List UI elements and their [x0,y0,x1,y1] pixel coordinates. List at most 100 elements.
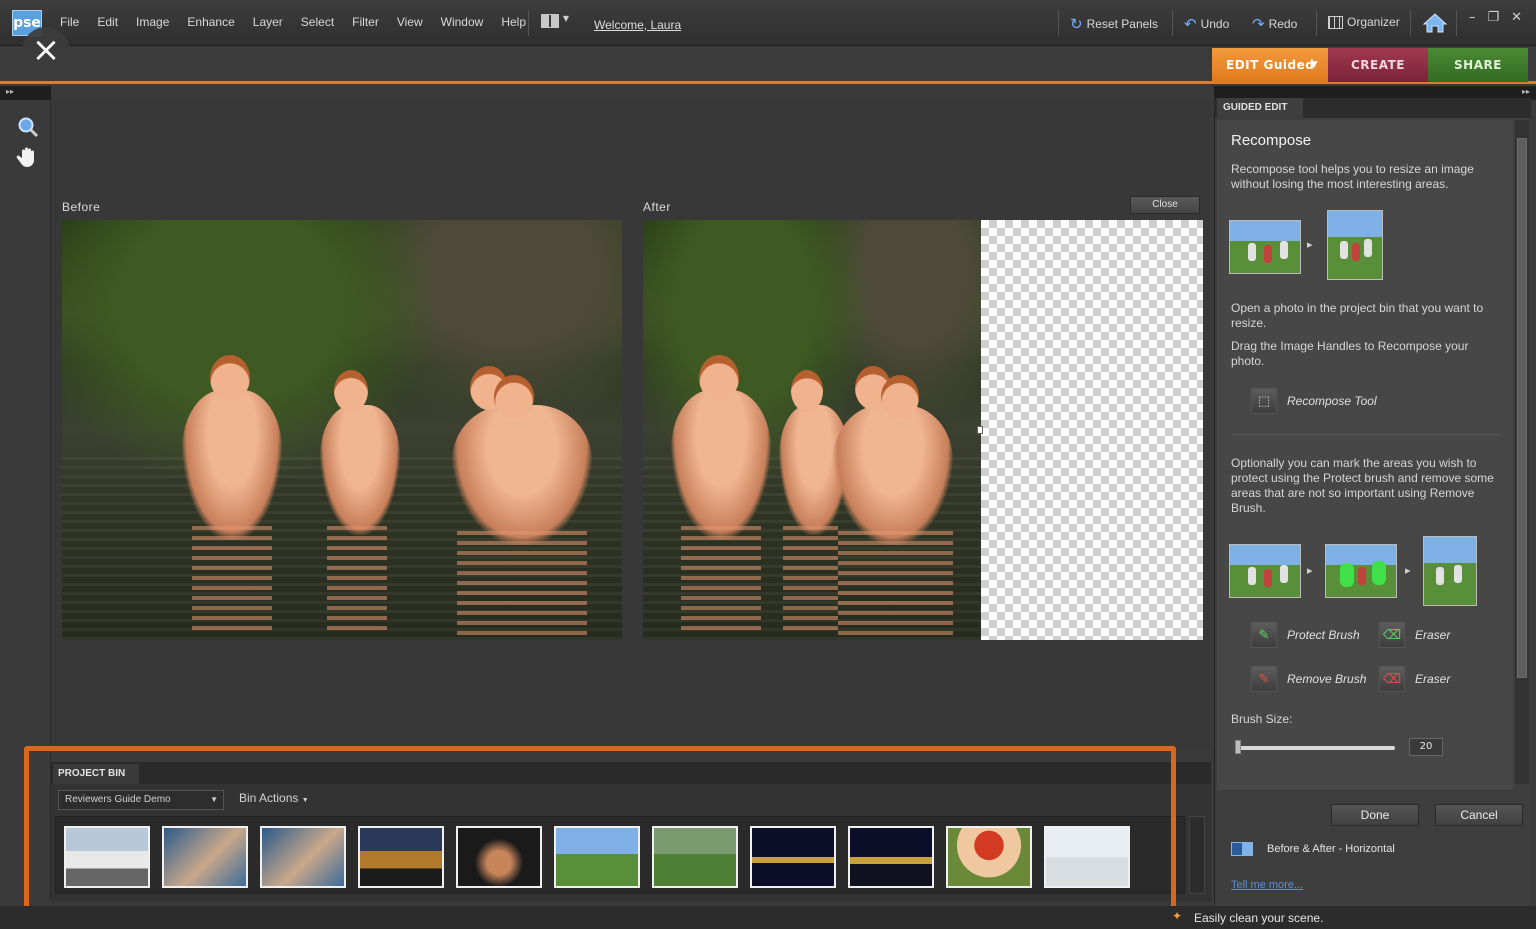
remove-brush-label: Remove Brush [1287,672,1367,686]
brush-size-label: Brush Size: [1231,712,1293,726]
menu-edit[interactable]: Edit [97,15,127,29]
recompose-tool-button[interactable]: ⬚ Recompose Tool [1251,388,1377,414]
hand-icon[interactable] [15,144,41,170]
divider [1410,10,1411,36]
child-head [881,375,919,419]
menu-enhance[interactable]: Enhance [187,15,243,29]
bin-scrollbar[interactable] [1189,816,1205,894]
menu-list: File Edit Image Enhance Layer Select Fil… [60,15,544,29]
organizer-icon [1328,15,1343,29]
before-label: Before [62,200,101,214]
view-mode-label[interactable]: Before & After - Horizontal [1267,843,1395,855]
restore-icon[interactable]: ❐ [1487,10,1499,25]
figure [1264,569,1272,587]
tell-me-more-link[interactable]: Tell me more... [1231,879,1303,891]
child-head [210,355,250,401]
protect-eraser-button[interactable]: ⌫ Eraser [1379,622,1450,648]
welcome-link[interactable]: Welcome, Laura [594,18,681,32]
cancel-button[interactable]: Cancel [1435,804,1523,826]
divider [1058,10,1059,36]
menu-bar: pse File Edit Image Enhance Layer Select… [0,0,1536,46]
menu-view[interactable]: View [397,15,432,29]
slider-handle[interactable] [1235,740,1241,754]
redo-button[interactable]: ↷ Redo [1252,15,1297,33]
eraser-label: Eraser [1415,628,1451,642]
close-overlay-icon[interactable]: × [22,27,70,75]
status-text: Easily clean your scene. [1194,911,1324,925]
organizer-label: Organizer [1347,15,1400,29]
guided-optional: Optionally you can mark the areas you wi… [1231,456,1494,515]
reset-panels-button[interactable]: ↻ Reset Panels [1070,15,1158,33]
tab-edit-guided[interactable]: EDIT Guided ▼ [1212,48,1328,82]
sparkle-icon: ✦ [1172,909,1183,923]
double-chevron-icon: ▸▸ [6,87,15,96]
eraser-icon: ⌫ [1379,666,1405,692]
brush-size-input[interactable]: 20 [1409,738,1443,756]
before-after-icon[interactable] [1231,842,1253,856]
redo-icon: ↷ [1252,16,1265,33]
guided-edit-panel: GUIDED EDIT Recompose Recompose tool hel… [1214,98,1531,906]
redo-label: Redo [1268,17,1298,31]
example-thumbnail [1229,220,1301,274]
resize-handle[interactable] [977,426,983,434]
before-photo [62,220,622,640]
menu-help[interactable]: Help [501,15,535,29]
organizer-button[interactable]: Organizer [1328,15,1400,29]
remove-brush-button[interactable]: ✎ Remove Brush [1251,666,1366,692]
home-icon[interactable] [1422,12,1448,34]
close-window-icon[interactable]: ✕ [1511,10,1522,25]
highlight-frame [24,746,1176,918]
after-label: After [643,200,671,214]
toolbox-collapse-bar[interactable]: ▸▸ [0,86,51,100]
menu-layer[interactable]: Layer [253,15,292,29]
brush-size-slider[interactable] [1235,746,1395,750]
remove-eraser-button[interactable]: ⌫ Eraser [1379,666,1450,692]
child-figure [182,390,282,540]
tab-guided-edit[interactable]: GUIDED EDIT [1217,98,1303,118]
protect-brush-button[interactable]: ✎ Protect Brush [1251,622,1360,648]
close-button[interactable]: Close [1130,196,1200,214]
refresh-icon: ↻ [1070,16,1083,33]
protect-brush-icon: ✎ [1251,622,1277,648]
figure [1436,567,1444,585]
tab-edit-label: EDIT Guided [1226,58,1315,72]
undo-icon: ↶ [1184,16,1197,33]
undo-button[interactable]: ↶ Undo [1184,15,1229,33]
figure [1248,243,1256,261]
done-button[interactable]: Done [1331,804,1419,826]
scrollbar-thumb[interactable] [1517,138,1527,678]
tab-create[interactable]: CREATE [1328,48,1428,82]
remove-brush-icon: ✎ [1251,666,1277,692]
figure [1454,565,1462,583]
child-head [699,355,739,401]
after-photo [643,220,981,640]
menu-window[interactable]: Window [441,15,493,29]
menu-image[interactable]: Image [136,15,178,29]
protected-figure [1340,563,1354,587]
example-thumbnail [1327,210,1383,280]
eraser-icon: ⌫ [1379,622,1405,648]
panel-scrollbar[interactable] [1515,120,1529,784]
figure [1340,241,1348,259]
child-figure [833,405,953,545]
protect-brush-label: Protect Brush [1287,628,1360,642]
menu-file[interactable]: File [60,15,88,29]
app-window: pse File Edit Image Enhance Layer Select… [0,0,1536,929]
divider [528,10,529,36]
chevron-down-icon: ▼ [1310,60,1318,70]
tab-share[interactable]: SHARE [1428,48,1528,82]
arrow-right-icon: ▸ [1307,238,1313,251]
zoom-icon[interactable] [15,114,41,140]
figure [1358,567,1366,585]
arrow-right-icon: ▸ [1405,564,1411,577]
minimize-icon[interactable]: – [1469,10,1476,25]
transparent-area [981,220,1203,640]
figure [1364,239,1372,257]
chevron-down-icon: ▼ [562,14,569,23]
menu-filter[interactable]: Filter [352,15,388,29]
eraser-label: Eraser [1415,672,1451,686]
layout-button[interactable]: ▼ [541,14,575,32]
menu-select[interactable]: Select [301,15,343,29]
example-thumbnail [1423,536,1477,606]
guided-step1: Open a photo in the project bin that you… [1231,301,1484,330]
